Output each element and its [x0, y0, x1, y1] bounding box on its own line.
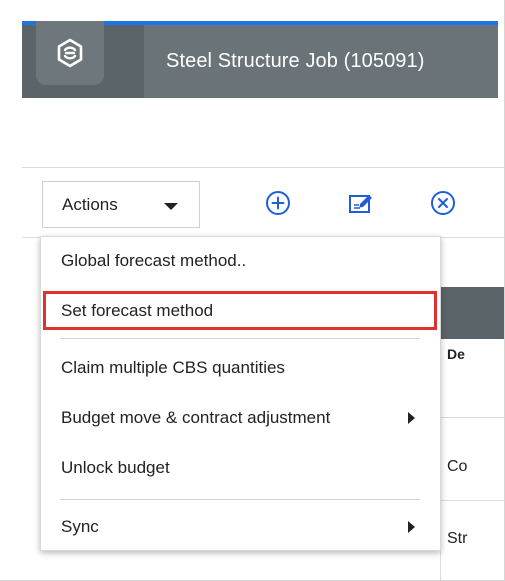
menu-item-claim-cbs-quantities[interactable]: Claim multiple CBS quantities: [42, 350, 440, 386]
chevron-down-icon: [164, 203, 178, 210]
actions-dropdown-button[interactable]: Actions: [42, 181, 200, 228]
table-cell: Co: [447, 458, 468, 475]
menu-item-label: Budget move & contract adjustment: [61, 408, 331, 427]
chevron-right-icon: [408, 412, 415, 424]
table-header-cell: De: [447, 346, 465, 362]
app-header: Steel Structure Job (105091): [22, 21, 498, 98]
menu-divider: [60, 338, 420, 339]
actions-label: Actions: [62, 194, 118, 214]
menu-item-label: Sync: [61, 517, 99, 536]
logo-button[interactable]: [36, 21, 104, 85]
menu-item-sync[interactable]: Sync: [42, 509, 440, 545]
highlight-box: [43, 291, 437, 330]
table-header-bar: [436, 287, 504, 339]
chevron-right-icon: [408, 521, 415, 533]
edit-note-icon[interactable]: [348, 190, 374, 216]
cancel-circle-icon[interactable]: [430, 190, 456, 216]
toolbar-divider-top: [22, 167, 504, 168]
menu-item-label: Claim multiple CBS quantities: [61, 358, 285, 377]
job-title-bar: Steel Structure Job (105091): [144, 25, 498, 98]
menu-item-unlock-budget[interactable]: Unlock budget: [42, 450, 440, 486]
menu-item-label: Global forecast method..: [61, 251, 247, 270]
table-row-divider: [440, 500, 504, 501]
table-row-divider: [440, 417, 504, 418]
viewpoint-logo-icon: [57, 38, 83, 68]
menu-item-budget-move[interactable]: Budget move & contract adjustment: [42, 400, 440, 436]
add-circle-icon[interactable]: [265, 190, 291, 216]
menu-divider: [60, 499, 420, 500]
actions-menu: Global forecast method.. Set forecast me…: [40, 236, 441, 551]
table-cell: Str: [447, 530, 468, 547]
page-title: Steel Structure Job (105091): [166, 50, 425, 72]
menu-item-label: Unlock budget: [61, 458, 170, 477]
menu-item-global-forecast-method[interactable]: Global forecast method..: [42, 243, 440, 279]
